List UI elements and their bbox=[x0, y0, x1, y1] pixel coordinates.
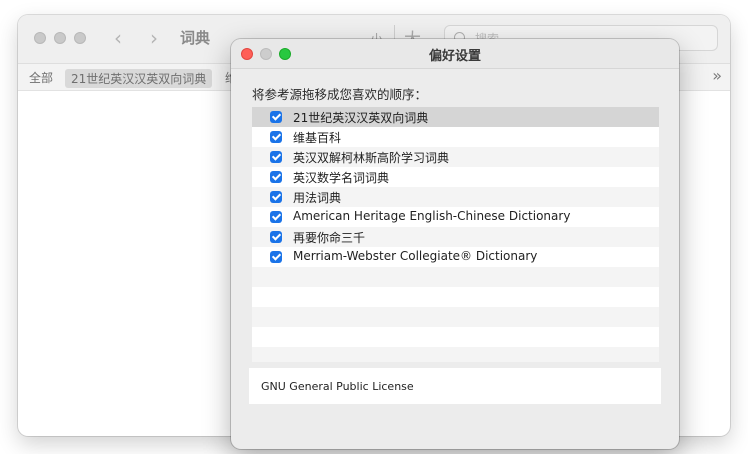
source-label: 21世纪英汉汉英双向词典 bbox=[293, 111, 429, 125]
license-panel: GNU General Public License bbox=[249, 368, 661, 404]
source-row[interactable]: 再要你命三千 bbox=[252, 227, 659, 247]
source-row[interactable]: 英汉数学名词词典 bbox=[252, 167, 659, 187]
source-checkbox[interactable] bbox=[270, 191, 282, 203]
empty-row bbox=[252, 347, 659, 362]
source-label: American Heritage English-Chinese Dictio… bbox=[293, 209, 571, 223]
preferences-titlebar: 偏好设置 bbox=[231, 39, 679, 69]
source-label: 用法词典 bbox=[293, 191, 342, 205]
source-label: 维基百科 bbox=[293, 131, 342, 145]
source-label: 英汉数学名词词典 bbox=[293, 171, 390, 185]
tab-21st-century-dictionary[interactable]: 21世纪英汉汉英双向词典 bbox=[65, 69, 213, 88]
empty-row bbox=[252, 327, 659, 347]
tab-all[interactable]: 全部 bbox=[29, 69, 53, 86]
source-row[interactable]: 21世纪英汉汉英双向词典 bbox=[252, 107, 659, 127]
empty-row bbox=[252, 307, 659, 327]
forward-arrow-icon[interactable]: › bbox=[150, 26, 158, 50]
source-checkbox[interactable] bbox=[270, 231, 282, 243]
zoom-window-button[interactable] bbox=[74, 32, 86, 44]
reference-source-list[interactable]: 21世纪英汉汉英双向词典 维基百科 英汉双解柯林斯高阶学习词典 英汉数学名词词典… bbox=[252, 107, 659, 362]
source-row[interactable]: Merriam-Webster Collegiate® Dictionary bbox=[252, 247, 659, 267]
window-title: 词典 bbox=[180, 29, 211, 47]
close-window-button[interactable] bbox=[34, 32, 46, 44]
source-label: 再要你命三千 bbox=[293, 231, 366, 245]
more-tabs-icon[interactable]: » bbox=[712, 66, 722, 85]
source-checkbox[interactable] bbox=[270, 251, 282, 263]
license-text: GNU General Public License bbox=[261, 380, 414, 393]
preferences-dialog: 偏好设置 将参考源拖移成您喜欢的顺序： 21世纪英汉汉英双向词典 维基百科 英汉… bbox=[231, 39, 679, 449]
source-checkbox[interactable] bbox=[270, 171, 282, 183]
preferences-title: 偏好设置 bbox=[428, 49, 481, 64]
source-label: Merriam-Webster Collegiate® Dictionary bbox=[293, 249, 538, 263]
empty-row bbox=[252, 267, 659, 287]
empty-row bbox=[252, 287, 659, 307]
source-row[interactable]: 维基百科 bbox=[252, 127, 659, 147]
source-row[interactable]: American Heritage English-Chinese Dictio… bbox=[252, 207, 659, 227]
source-checkbox[interactable] bbox=[270, 111, 282, 123]
source-checkbox[interactable] bbox=[270, 211, 282, 223]
source-row[interactable]: 英汉双解柯林斯高阶学习词典 bbox=[252, 147, 659, 167]
source-label: 英汉双解柯林斯高阶学习词典 bbox=[293, 151, 450, 165]
source-checkbox[interactable] bbox=[270, 131, 282, 143]
reorder-instruction: 将参考源拖移成您喜欢的顺序： bbox=[252, 87, 428, 102]
source-checkbox[interactable] bbox=[270, 151, 282, 163]
back-arrow-icon[interactable]: ‹ bbox=[114, 26, 122, 50]
minimize-window-button[interactable] bbox=[54, 32, 66, 44]
source-row[interactable]: 用法词典 bbox=[252, 187, 659, 207]
